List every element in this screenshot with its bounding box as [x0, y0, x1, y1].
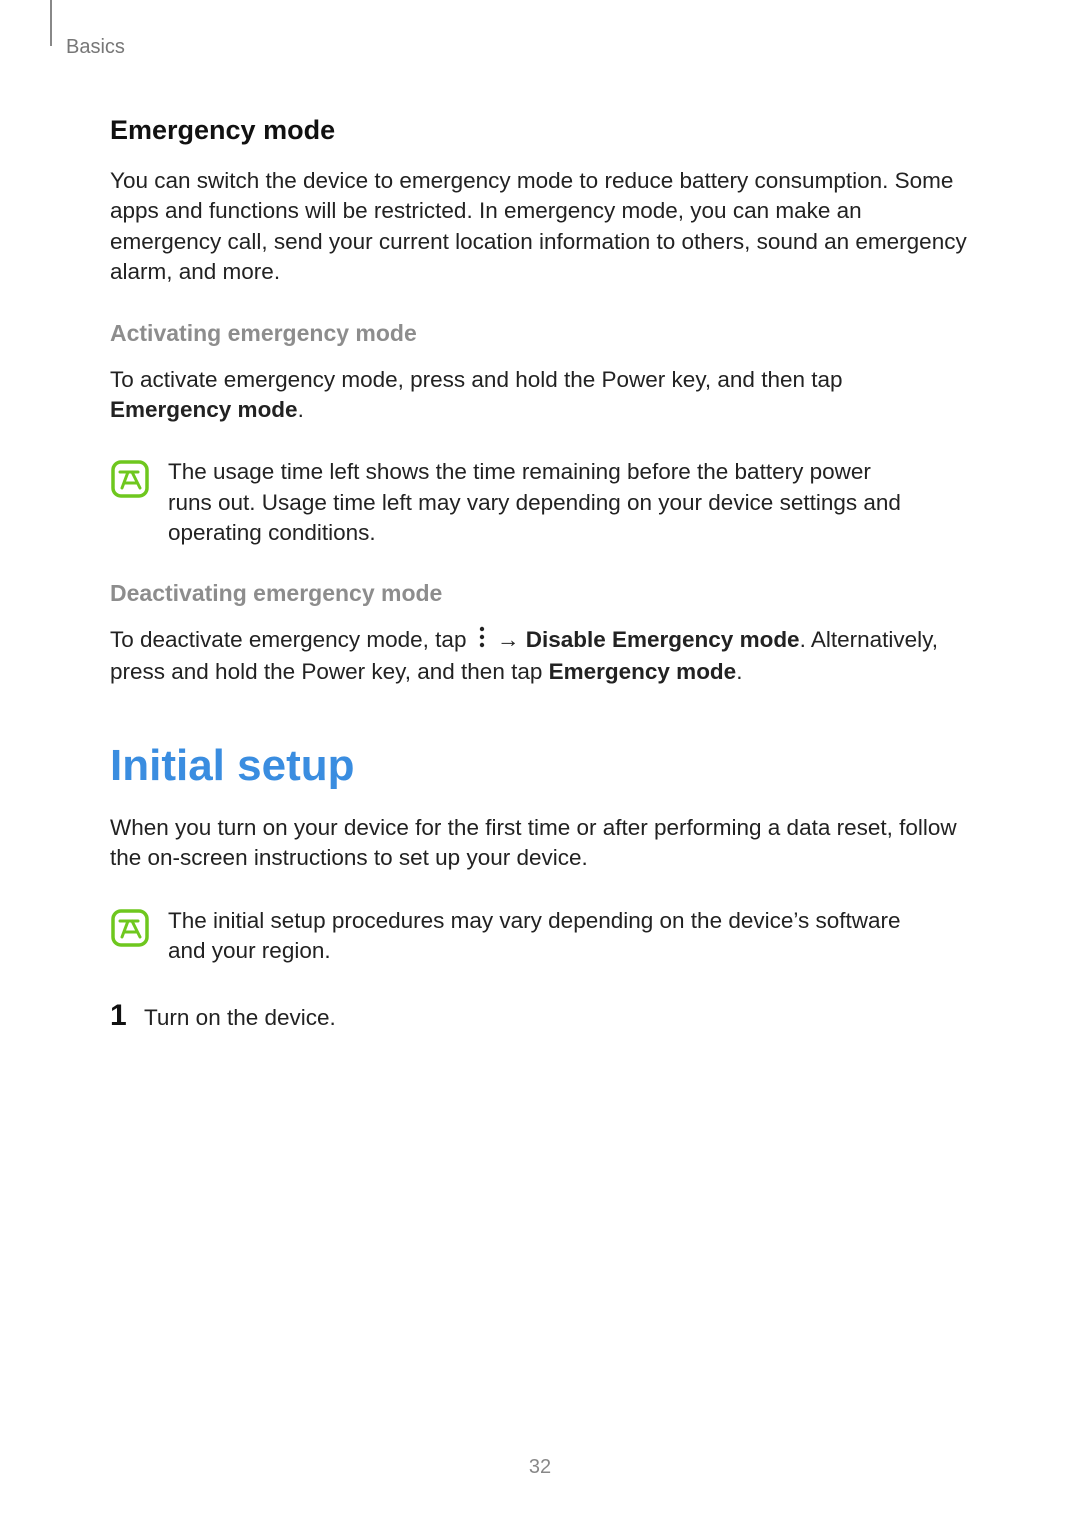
header-rule [50, 0, 52, 46]
deactivate-arrow: → [491, 627, 526, 652]
emergency-mode-heading: Emergency mode [110, 115, 970, 146]
step-1: 1 Turn on the device. [110, 999, 970, 1033]
more-options-icon [477, 626, 487, 656]
note-initial-text: The initial setup procedures may vary de… [168, 906, 970, 967]
note-icon [110, 459, 150, 504]
activating-pre: To activate emergency mode, press and ho… [110, 367, 843, 392]
initial-intro: When you turn on your device for the fir… [110, 813, 970, 874]
page-header: Basics [50, 40, 970, 59]
note-usage-time: The usage time left shows the time remai… [110, 457, 970, 548]
deactivate-p3: . [736, 659, 742, 684]
chapter-label: Basics [66, 36, 125, 59]
activating-post: . [298, 397, 304, 422]
deactivate-bold1: Disable Emergency mode [526, 627, 800, 652]
activating-heading: Activating emergency mode [110, 320, 970, 347]
note-icon [110, 908, 150, 953]
page-number: 32 [0, 1456, 1080, 1479]
deactivating-text: To deactivate emergency mode, tap → Disa… [110, 625, 970, 687]
step-1-number: 1 [110, 999, 144, 1033]
deactivating-heading: Deactivating emergency mode [110, 580, 970, 607]
deactivate-p1: To deactivate emergency mode, tap [110, 627, 473, 652]
note-initial-setup: The initial setup procedures may vary de… [110, 906, 970, 967]
initial-setup-heading: Initial setup [110, 741, 970, 791]
step-1-text: Turn on the device. [144, 1005, 336, 1031]
activating-text: To activate emergency mode, press and ho… [110, 365, 970, 426]
activating-bold: Emergency mode [110, 397, 298, 422]
deactivate-bold2: Emergency mode [549, 659, 737, 684]
note-usage-text: The usage time left shows the time remai… [168, 457, 970, 548]
emergency-intro: You can switch the device to emergency m… [110, 166, 970, 288]
